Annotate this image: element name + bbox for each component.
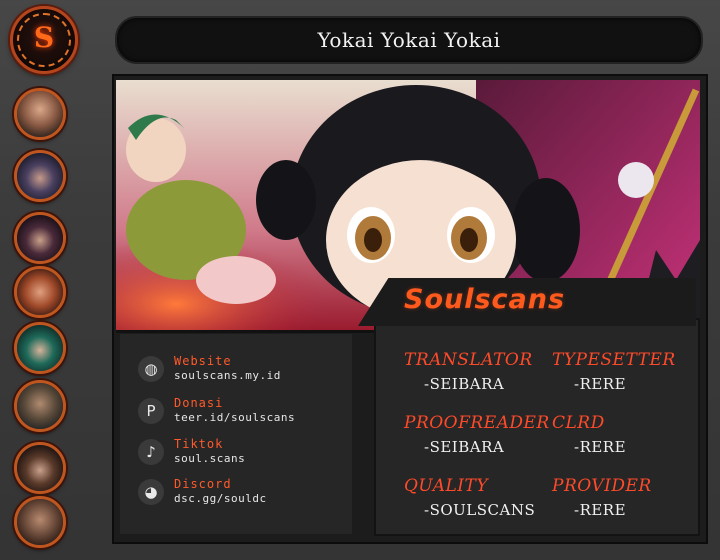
title-bar: Yokai Yokai Yokai [115,16,703,64]
credit-role: TYPESETTER [552,350,676,370]
credit-name: -RERE [574,438,627,456]
credit-name: -SEIBARA [424,375,505,393]
contact-value[interactable]: teer.id/soulscans [174,411,295,424]
credit-role: CLRD [552,413,605,433]
paypal-icon: P [138,398,164,424]
logo-glyph: S [33,21,55,54]
contact-website[interactable]: ◍ Website soulscans.my.id [138,354,358,386]
contact-discord[interactable]: ◕ Discord dsc.gg/souldc [138,477,358,509]
soulscans-logo-icon[interactable]: S [10,6,78,74]
contact-label: Tiktok [174,437,224,451]
globe-icon: ◍ [138,356,164,382]
contact-label: Discord [174,477,232,491]
contact-value[interactable]: soul.scans [174,452,245,465]
credit-role: TRANSLATOR [404,350,533,370]
avatar-7[interactable] [14,442,66,494]
avatar-rail: S [8,4,78,556]
avatar-1[interactable] [14,88,66,140]
avatar-3[interactable] [14,212,66,264]
discord-icon: ◕ [138,479,164,505]
avatar-5[interactable] [14,322,66,374]
avatar-8[interactable] [14,496,66,548]
brand-name: Soulscans [404,284,566,315]
avatar-2[interactable] [14,150,66,202]
credit-name: -RERE [574,501,627,519]
contact-value[interactable]: soulscans.my.id [174,369,281,382]
contact-donasi[interactable]: P Donasi teer.id/soulscans [138,396,358,428]
credit-name: -RERE [574,375,627,393]
credit-role: PROVIDER [552,476,652,496]
avatar-4[interactable] [14,266,66,318]
credit-name: -SOULSCANS [424,501,536,519]
contact-label: Donasi [174,396,224,410]
tiktok-icon: ♪ [138,439,164,465]
page-title: Yokai Yokai Yokai [317,28,501,52]
avatar-6[interactable] [14,380,66,432]
contact-label: Website [174,354,232,368]
credit-name: -SEIBARA [424,438,505,456]
credit-role: PROOFREADER [404,413,550,433]
contact-tiktok[interactable]: ♪ Tiktok soul.scans [138,437,358,469]
credit-role: QUALITY [404,476,489,496]
contact-value[interactable]: dsc.gg/souldc [174,492,267,505]
